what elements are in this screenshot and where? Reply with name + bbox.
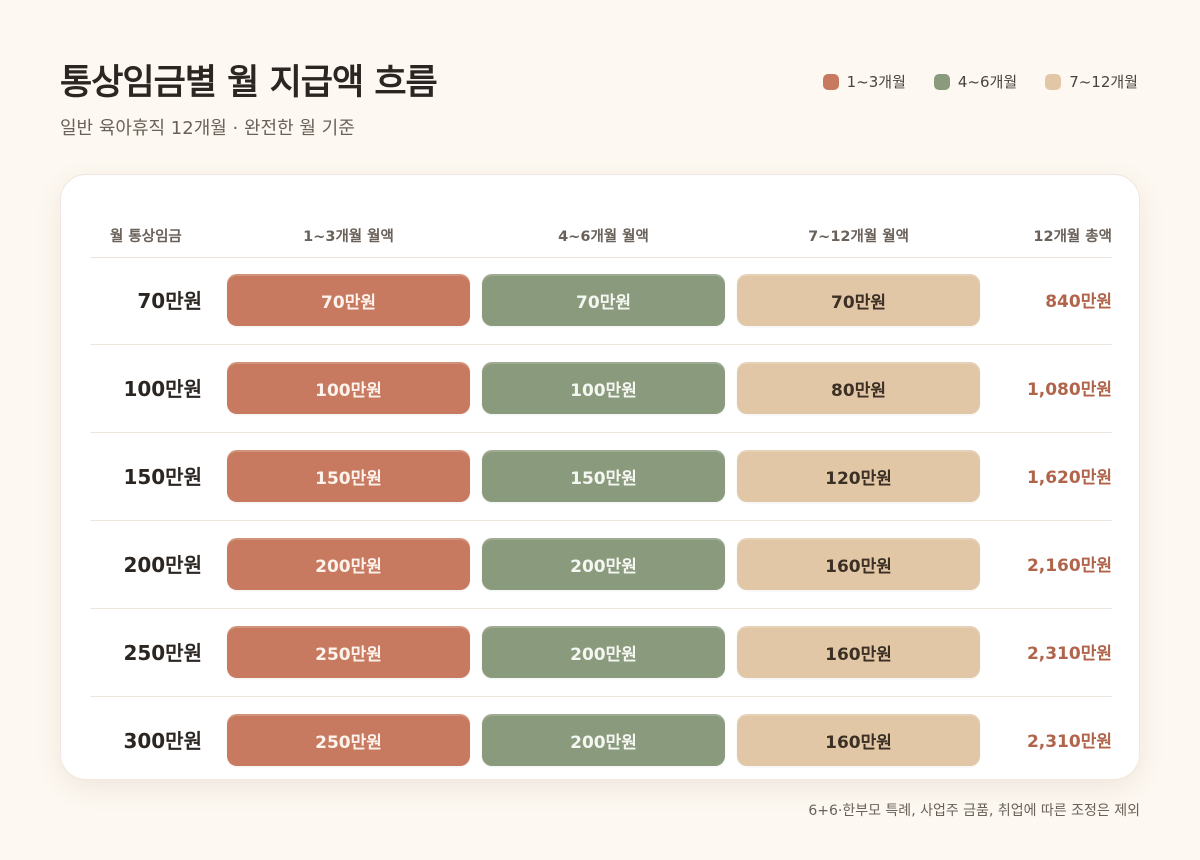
row-total: 1,080만원 [1026, 380, 1112, 400]
legend-item-1-3: 1~3개월 [822, 71, 906, 92]
bar-month-7-12: 160만원 [737, 626, 980, 678]
column-header-total: 12개월 총액 [1033, 229, 1112, 245]
row-wage: 150만원 [123, 465, 202, 489]
row-wage: 200만원 [123, 553, 202, 577]
row-wage: 70만원 [137, 289, 202, 313]
table-row: 100만원 100만원 100만원 80만원 1,080만원 [90, 345, 1112, 433]
legend-swatch-4-6 [933, 73, 950, 90]
row-total: 2,310만원 [1026, 644, 1112, 664]
bar-month-1-3: 70만원 [227, 274, 470, 326]
bar-month-7-12: 160만원 [737, 714, 980, 766]
bar-month-1-3: 150만원 [227, 450, 470, 502]
row-total: 840만원 [1045, 292, 1112, 312]
bar-month-1-3: 250만원 [227, 714, 470, 766]
bar-month-1-3: 100만원 [227, 362, 470, 414]
column-header-wage: 월 통상임금 [110, 229, 182, 245]
legend-item-7-12: 7~12개월 [1045, 71, 1138, 92]
row-total: 2,310만원 [1026, 732, 1112, 752]
legend-label-1-3: 1~3개월 [846, 73, 906, 91]
table-card: 월 통상임금 1~3개월 월액 4~6개월 월액 7~12개월 월액 12개월 … [60, 174, 1140, 780]
bar-month-7-12: 120만원 [737, 450, 980, 502]
footnote: 6+6·한부모 특례, 사업주 금품, 취업에 따른 조정은 제외 [808, 803, 1140, 819]
table-row: 200만원 200만원 200만원 160만원 2,160만원 [90, 521, 1112, 609]
legend-swatch-7-12 [1045, 73, 1062, 90]
legend: 1~3개월 4~6개월 7~12개월 [822, 71, 1138, 92]
bar-month-4-6: 70만원 [482, 274, 725, 326]
column-header-month-7-12: 7~12개월 월액 [808, 229, 909, 245]
page-title: 통상임금별 월 지급액 흐름 [60, 63, 438, 103]
bar-month-7-12: 70만원 [737, 274, 980, 326]
row-wage: 300만원 [123, 729, 202, 753]
page-subtitle: 일반 육아휴직 12개월 · 완전한 월 기준 [60, 118, 355, 139]
legend-label-4-6: 4~6개월 [957, 73, 1018, 91]
column-header-month-1-3: 1~3개월 월액 [303, 229, 394, 245]
row-total: 1,620만원 [1026, 468, 1112, 488]
column-header-month-4-6: 4~6개월 월액 [558, 229, 649, 245]
table-row: 300만원 250만원 200만원 160만원 2,310만원 [90, 697, 1112, 784]
bar-month-7-12: 80만원 [737, 362, 980, 414]
bar-month-4-6: 200만원 [482, 714, 725, 766]
row-wage: 250만원 [123, 641, 202, 665]
bar-month-7-12: 160만원 [737, 538, 980, 590]
bar-month-1-3: 250만원 [227, 626, 470, 678]
table-row: 70만원 70만원 70만원 70만원 840만원 [90, 257, 1112, 345]
table-row: 250만원 250만원 200만원 160만원 2,310만원 [90, 609, 1112, 697]
table-body: 70만원 70만원 70만원 70만원 840만원 100만원 100만원 100만원 80만원… [90, 257, 1112, 784]
bar-month-1-3: 200만원 [227, 538, 470, 590]
bar-month-4-6: 200만원 [482, 626, 725, 678]
bar-month-4-6: 150만원 [482, 450, 725, 502]
table-row: 150만원 150만원 150만원 120만원 1,620만원 [90, 433, 1112, 521]
bar-month-4-6: 100만원 [482, 362, 725, 414]
row-total: 2,160만원 [1026, 556, 1112, 576]
legend-label-7-12: 7~12개월 [1069, 73, 1138, 91]
bar-month-4-6: 200만원 [482, 538, 725, 590]
table-header: 월 통상임금 1~3개월 월액 4~6개월 월액 7~12개월 월액 12개월 … [90, 219, 1112, 258]
legend-swatch-1-3 [822, 73, 839, 90]
row-wage: 100만원 [123, 377, 202, 401]
legend-item-4-6: 4~6개월 [933, 71, 1018, 92]
